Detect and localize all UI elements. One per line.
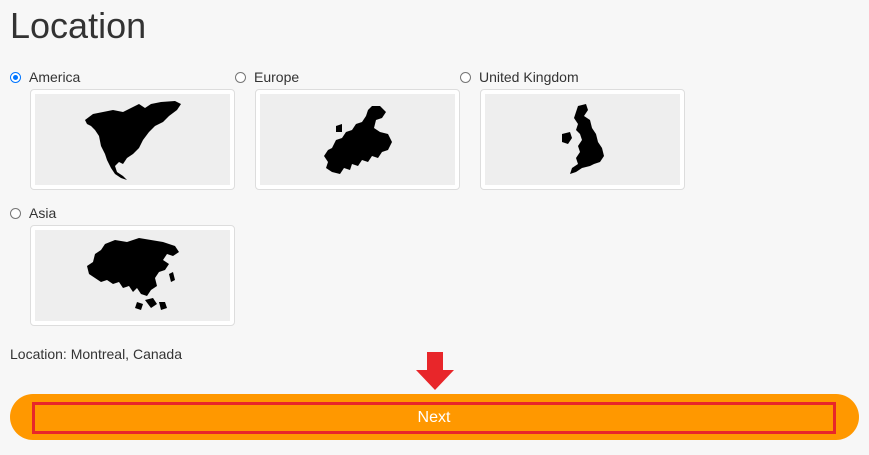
map-card-asia[interactable]: [30, 225, 235, 326]
location-text: Location: Montreal, Canada: [10, 346, 182, 362]
map-card-america[interactable]: [30, 89, 235, 190]
option-label-united-kingdom: United Kingdom: [479, 69, 579, 85]
option-united-kingdom: United Kingdom: [460, 69, 685, 190]
radio-asia[interactable]: [10, 207, 21, 219]
united-kingdom-map-icon: [561, 103, 604, 174]
next-button[interactable]: Next: [32, 402, 836, 434]
page-title: Location: [10, 5, 147, 46]
radio-row-europe[interactable]: Europe: [235, 69, 299, 85]
asia-map-icon: [86, 237, 179, 310]
option-america: America: [10, 69, 235, 190]
option-label-america: America: [29, 69, 81, 85]
radio-row-united-kingdom[interactable]: United Kingdom: [460, 69, 579, 85]
next-button-container: Next: [10, 394, 859, 440]
radio-america[interactable]: [10, 71, 21, 83]
north-america-map-icon: [84, 100, 181, 180]
europe-map-icon: [323, 105, 392, 174]
radio-row-asia[interactable]: Asia: [10, 205, 56, 221]
radio-row-america[interactable]: America: [10, 69, 80, 85]
arrow-down-icon: [416, 352, 454, 390]
radio-united-kingdom[interactable]: [460, 71, 471, 83]
option-asia: Asia: [10, 205, 235, 326]
option-label-asia: Asia: [29, 205, 57, 221]
map-card-europe[interactable]: [255, 89, 460, 190]
option-europe: Europe: [235, 69, 460, 190]
map-card-united-kingdom[interactable]: [480, 89, 685, 190]
radio-europe[interactable]: [235, 71, 246, 83]
option-label-europe: Europe: [254, 69, 300, 85]
location-page: Location America Europe United Kingdom A…: [0, 0, 869, 455]
